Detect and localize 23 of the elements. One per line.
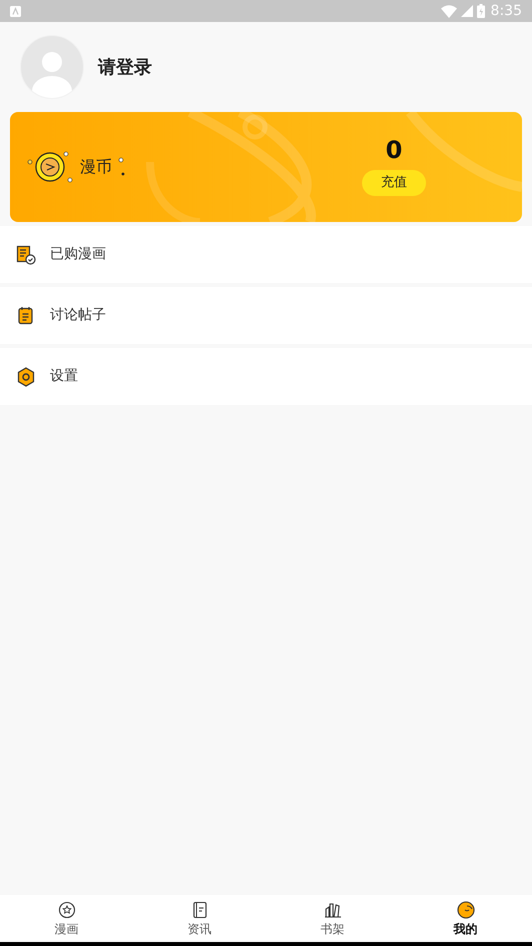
menu-item[interactable]: 已购漫画 [0, 226, 532, 283]
tab[interactable]: 漫画 [0, 895, 133, 942]
coin-icon [26, 150, 74, 184]
face-ball-icon [456, 900, 476, 920]
sparkle-dots-icon [118, 157, 126, 177]
recharge-button[interactable]: 充值 [362, 170, 426, 196]
coin-balance: 0 [386, 138, 402, 162]
notepad-icon [17, 306, 35, 326]
battery-icon [476, 4, 485, 18]
notification-icon [10, 6, 21, 16]
hexagon-gear-icon [17, 366, 35, 386]
avatar-icon[interactable] [20, 35, 84, 99]
wifi-icon [440, 4, 457, 18]
tab[interactable]: 书架 [266, 895, 399, 942]
tab[interactable]: 资讯 [133, 895, 266, 942]
login-prompt[interactable]: 请登录 [98, 54, 152, 80]
clock: 8:35 [490, 2, 522, 20]
menu-item[interactable]: 设置 [0, 348, 532, 405]
coin-label: 漫币 [80, 156, 112, 178]
receipt-check-icon [16, 244, 36, 264]
menu-item[interactable]: 讨论帖子 [0, 287, 532, 344]
signal-icon [460, 5, 473, 17]
tab[interactable]: 我的 [399, 895, 532, 942]
